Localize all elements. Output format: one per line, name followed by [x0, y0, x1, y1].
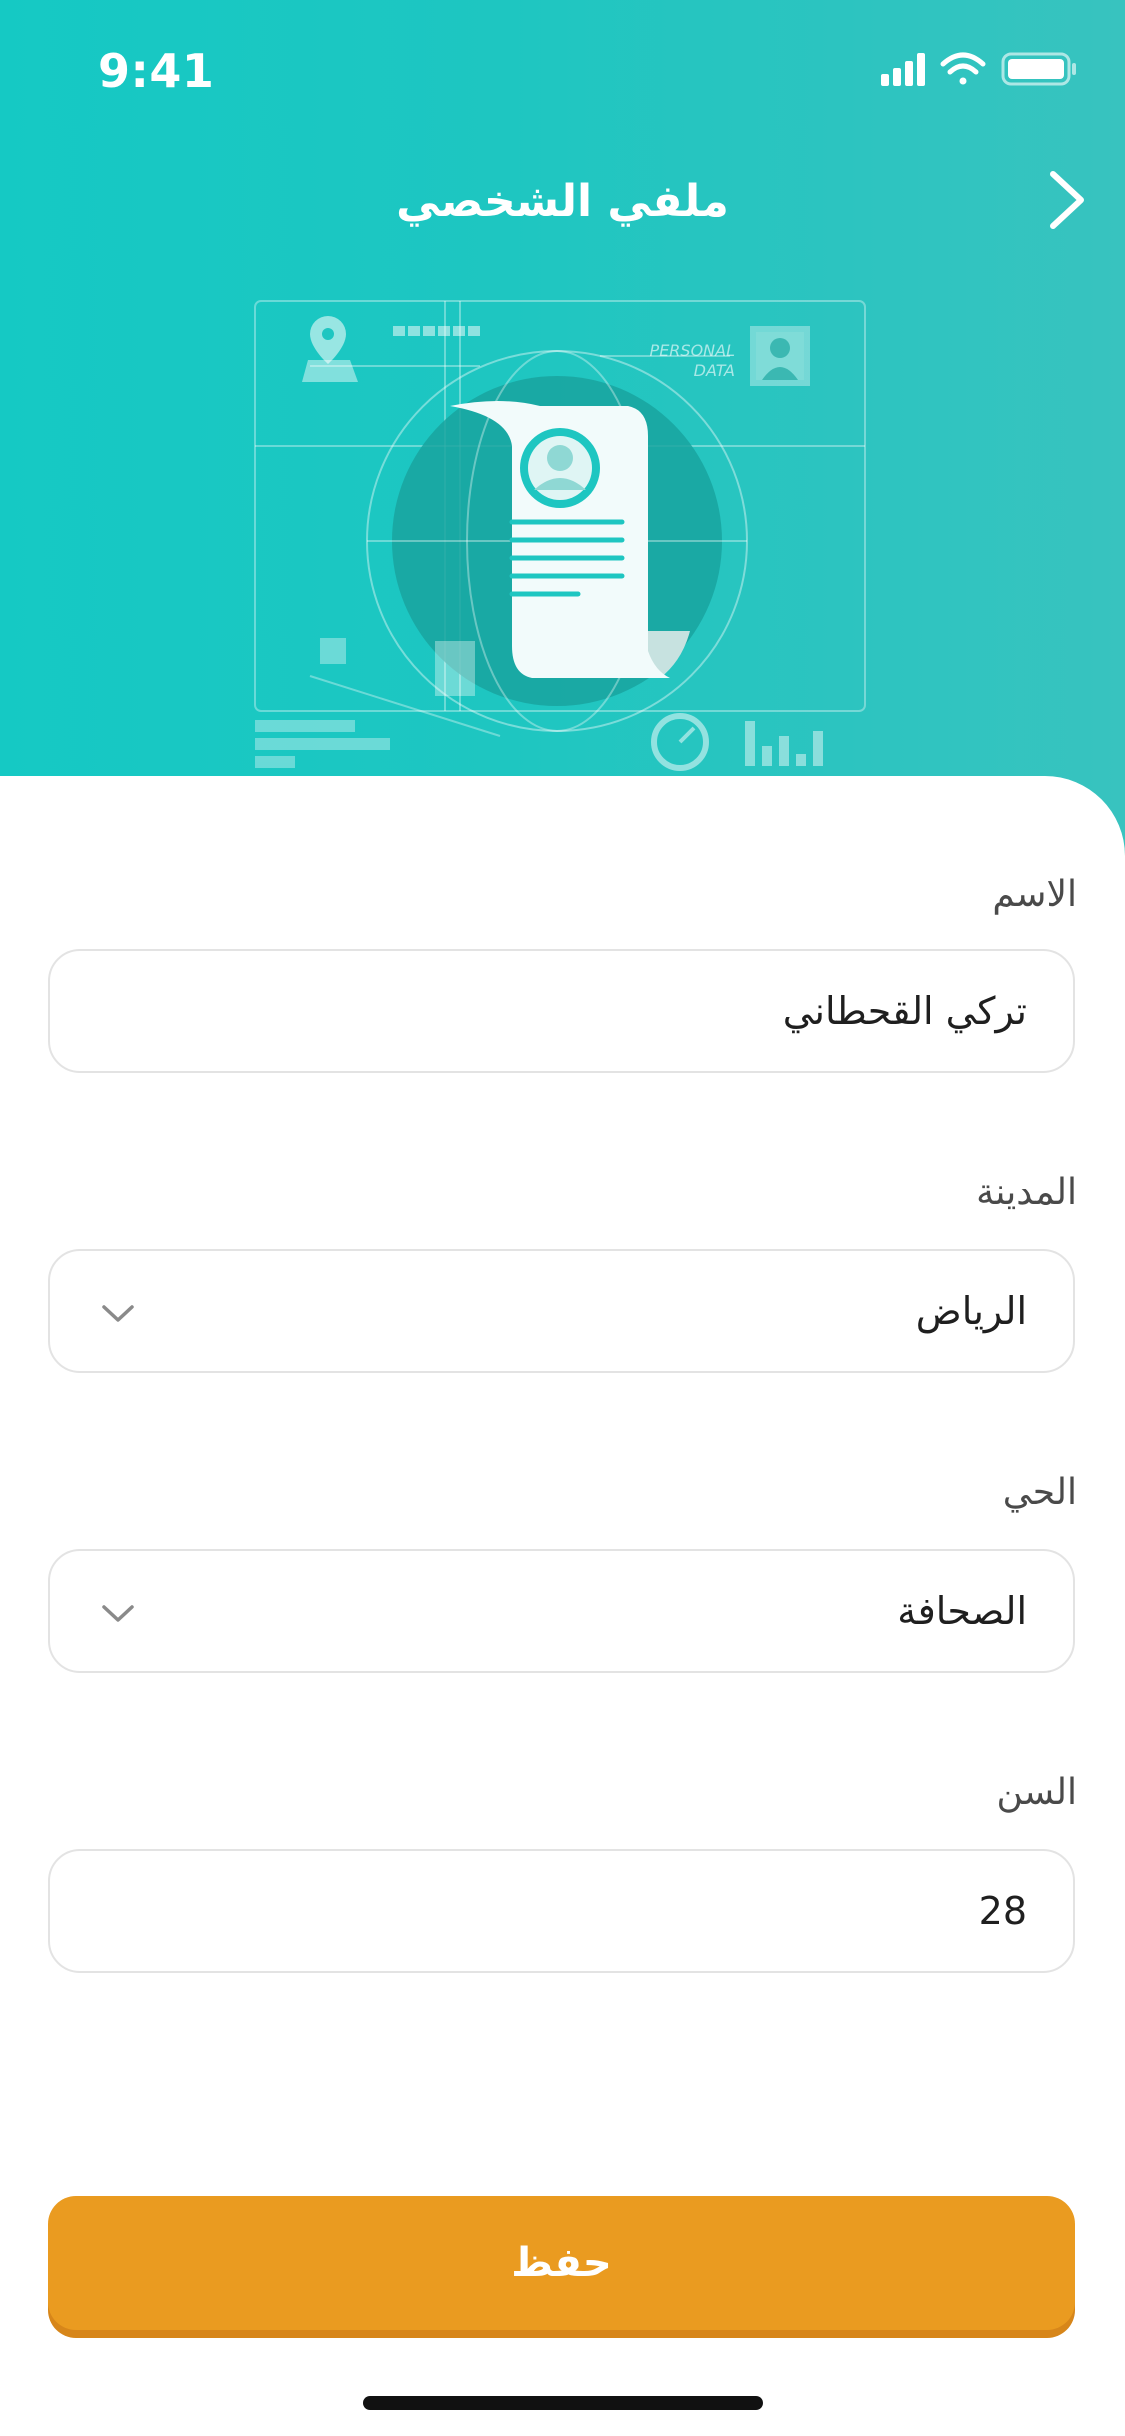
profile-photo-icon — [750, 326, 810, 386]
district-label: الحي — [1002, 1472, 1077, 1513]
city-value: الرياض — [915, 1289, 1027, 1333]
age-value: 28 — [978, 1889, 1027, 1933]
signal-icon — [881, 53, 925, 86]
status-icons — [881, 52, 1076, 86]
city-label: المدينة — [976, 1172, 1077, 1213]
form-sheet: الاسم تركي القحطاني المدينة الرياض الحي … — [0, 776, 1125, 2436]
battery-icon — [1001, 52, 1076, 86]
status-time: 9:41 — [98, 44, 215, 98]
age-label: السن — [996, 1772, 1078, 1813]
chevron-down-icon — [102, 1305, 134, 1322]
chevron-down-icon — [102, 1605, 134, 1622]
profile-header: 9:41 ملفي الشخصي PERSONAL DATA — [0, 0, 1125, 900]
personal-data-illustration: PERSONAL DATA — [254, 300, 866, 771]
illustration-personal-label: PERSONAL — [650, 341, 735, 360]
district-value: الصحافة — [897, 1589, 1027, 1633]
wifi-icon — [940, 52, 986, 85]
save-button[interactable]: حفظ — [48, 2196, 1075, 2330]
name-value: تركي القحطاني — [782, 989, 1027, 1033]
bar-chart-icon — [745, 721, 823, 766]
back-chevron-icon[interactable] — [1033, 160, 1103, 240]
age-field[interactable]: 28 — [48, 1849, 1075, 1973]
city-select[interactable]: الرياض — [48, 1249, 1075, 1373]
home-indicator — [363, 2396, 763, 2410]
name-field[interactable]: تركي القحطاني — [48, 949, 1075, 1073]
illustration-data-label: DATA — [694, 361, 735, 380]
page-title: ملفي الشخصي — [396, 176, 729, 227]
gauge-icon — [651, 713, 709, 771]
name-label: الاسم — [992, 874, 1077, 915]
location-pin-icon — [302, 316, 358, 382]
district-select[interactable]: الصحافة — [48, 1549, 1075, 1673]
